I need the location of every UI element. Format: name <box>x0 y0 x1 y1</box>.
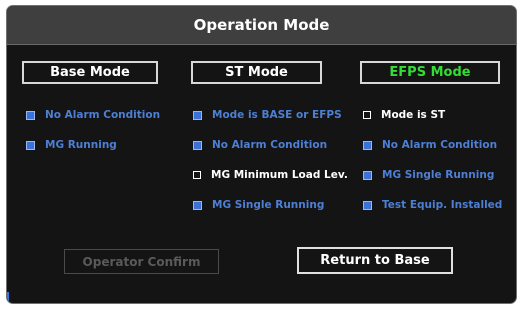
condition-label: MG Minimum Load Lev. <box>211 169 348 181</box>
st-mode-label: ST Mode <box>225 65 288 80</box>
status-indicator-icon <box>193 201 202 210</box>
base-conditions-list: No Alarm Condition MG Running <box>26 109 160 169</box>
condition-label: No Alarm Condition <box>382 139 498 151</box>
condition-row: No Alarm Condition <box>363 139 502 169</box>
condition-label: MG Running <box>45 139 117 151</box>
condition-row: No Alarm Condition <box>26 109 160 139</box>
condition-row: MG Minimum Load Lev. <box>193 169 348 199</box>
condition-label: Mode is ST <box>381 109 446 121</box>
status-indicator-icon <box>26 141 35 150</box>
condition-row: Mode is ST <box>363 109 502 139</box>
condition-row: Mode is BASE or EFPS <box>193 109 348 139</box>
status-indicator-icon <box>363 111 371 119</box>
condition-row: MG Running <box>26 139 160 169</box>
status-indicator-icon <box>363 141 372 150</box>
status-indicator-icon <box>193 141 202 150</box>
operator-confirm-button[interactable]: Operator Confirm <box>64 249 219 274</box>
status-indicator-icon <box>193 111 202 120</box>
condition-row: No Alarm Condition <box>193 139 348 169</box>
status-indicator-icon <box>26 111 35 120</box>
return-to-base-label: Return to Base <box>320 253 430 268</box>
operator-confirm-label: Operator Confirm <box>82 254 201 269</box>
st-conditions-list: Mode is BASE or EFPS No Alarm Condition … <box>193 109 348 229</box>
status-indicator-icon <box>363 171 372 180</box>
operation-mode-dialog: Operation Mode Base Mode ST Mode EFPS Mo… <box>6 5 517 304</box>
efps-conditions-list: Mode is ST No Alarm Condition MG Single … <box>363 109 502 229</box>
condition-label: No Alarm Condition <box>45 109 161 121</box>
base-mode-button[interactable]: Base Mode <box>22 61 158 84</box>
dialog-title: Operation Mode <box>193 16 330 34</box>
condition-row: Test Equip. Installed <box>363 199 502 229</box>
condition-label: MG Single Running <box>382 169 495 181</box>
status-indicator-icon <box>363 201 372 210</box>
efps-mode-label: EFPS Mode <box>389 65 471 80</box>
st-mode-button[interactable]: ST Mode <box>191 61 322 84</box>
dialog-titlebar: Operation Mode <box>7 6 516 45</box>
condition-label: No Alarm Condition <box>212 139 328 151</box>
condition-label: MG Single Running <box>212 199 325 211</box>
return-to-base-button[interactable]: Return to Base <box>297 247 453 274</box>
status-indicator-icon <box>193 171 201 179</box>
efps-mode-button[interactable]: EFPS Mode <box>360 61 500 84</box>
condition-row: MG Single Running <box>193 199 348 229</box>
edge-indicator <box>7 292 9 302</box>
condition-row: MG Single Running <box>363 169 502 199</box>
condition-label: Test Equip. Installed <box>382 199 503 211</box>
condition-label: Mode is BASE or EFPS <box>212 109 342 121</box>
base-mode-label: Base Mode <box>50 65 130 80</box>
